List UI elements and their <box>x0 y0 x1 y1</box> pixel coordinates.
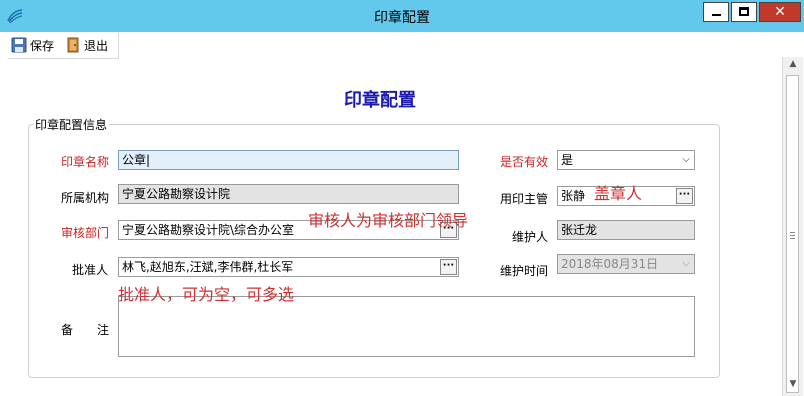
remark-label: 备 注 <box>61 323 110 337</box>
seal-name-input[interactable]: 公章| <box>118 150 459 170</box>
minimize-button[interactable] <box>703 2 729 22</box>
maximize-button[interactable] <box>731 2 757 22</box>
thumb-grip-line <box>790 238 795 239</box>
approver-label: 批准人 <box>72 263 109 277</box>
maximize-icon <box>739 7 749 16</box>
chevron-down-icon: ⌵ <box>682 154 690 165</box>
toolbar: 保存 退出 <box>8 33 119 59</box>
valid-select[interactable]: 是 ⌵ <box>557 150 695 170</box>
thumb-grip-line <box>790 235 795 236</box>
maintainer-input: 张迁龙 <box>557 220 695 240</box>
maintain-time-value: 2018年08月31日 <box>561 257 659 271</box>
approver-input[interactable]: 林飞,赵旭东,汪斌,李伟群,杜长军 ··· <box>118 257 459 277</box>
close-button[interactable]: ✕ <box>759 2 801 22</box>
close-icon: ✕ <box>774 4 786 20</box>
exit-button[interactable]: 退出 <box>65 36 108 54</box>
review-dept-label: 审核部门 <box>61 226 110 240</box>
maintainer-label: 维护人 <box>512 230 549 244</box>
window-title: 印章配置 <box>374 10 430 26</box>
valid-label: 是否有效 <box>500 155 549 169</box>
exit-label: 退出 <box>84 38 109 53</box>
review-dept-value: 宁夏公路勘察设计院\综合办公室 <box>122 223 295 237</box>
scroll-thumb[interactable] <box>786 75 799 393</box>
annotation-seal-user: 盖章人 <box>594 184 643 203</box>
org-label: 所属机构 <box>61 191 110 205</box>
maintain-time-input: 2018年08月31日 ⌵ <box>557 254 695 274</box>
maintain-time-label: 维护时间 <box>500 264 549 278</box>
title-bar: 印章配置 ✕ <box>0 0 804 32</box>
seal-user-value: 张静 <box>561 189 586 203</box>
annotation-reviewer: 审核人为审核部门领导 <box>308 211 469 230</box>
seal-name-label: 印章名称 <box>61 155 110 169</box>
org-input: 宁夏公路勘察设计院 <box>118 184 459 204</box>
save-label: 保存 <box>30 38 55 53</box>
minimize-icon <box>712 14 721 16</box>
scroll-down-icon[interactable]: ▼ <box>783 379 803 395</box>
vertical-scrollbar[interactable]: ▲ ▼ <box>782 57 803 396</box>
approver-picker-button[interactable]: ··· <box>440 259 457 275</box>
exit-door-icon <box>67 37 79 53</box>
groupbox-legend: 印章配置信息 <box>33 116 110 133</box>
seal-user-picker-button[interactable]: ··· <box>676 188 693 204</box>
valid-select-value: 是 <box>561 153 574 167</box>
page-title: 印章配置 <box>344 90 416 111</box>
save-button[interactable]: 保存 <box>11 36 54 54</box>
seal-user-label: 用印主管 <box>500 192 549 206</box>
approver-value: 林飞,赵旭东,汪斌,李伟群,杜长军 <box>122 260 294 274</box>
thumb-grip-line <box>790 232 795 233</box>
chevron-down-icon: ⌵ <box>682 258 690 269</box>
floppy-disk-icon <box>11 37 27 53</box>
scroll-up-icon[interactable]: ▲ <box>783 59 803 75</box>
remark-textarea[interactable] <box>118 296 695 357</box>
annotation-approver: 批准人，可为空，可多选 <box>118 285 295 304</box>
